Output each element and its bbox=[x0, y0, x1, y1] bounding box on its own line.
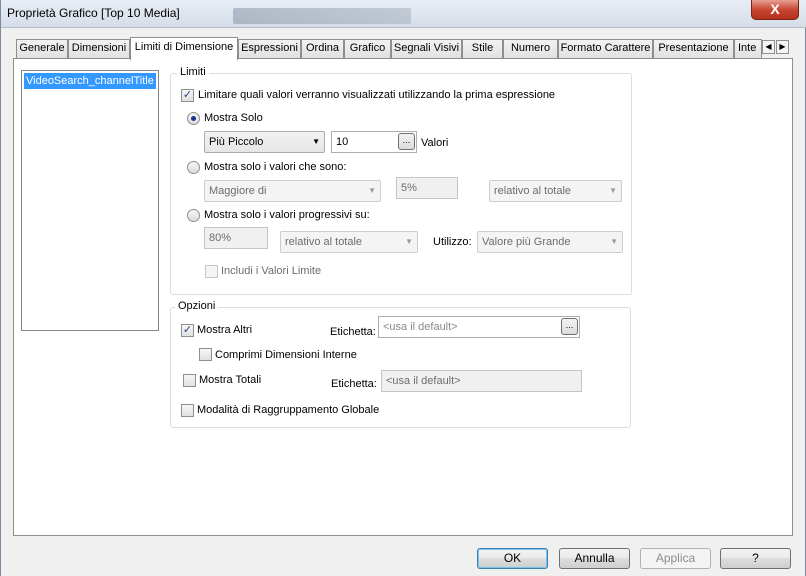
accumulated-use-label: Utilizzo: bbox=[433, 236, 472, 248]
tab-scroll-left-icon[interactable]: ◀ bbox=[762, 40, 775, 54]
accumulated-relative-select[interactable]: relativo al totale ▼ bbox=[280, 231, 418, 253]
limits-group-title: Limiti bbox=[177, 66, 209, 78]
show-totals-checkbox[interactable] bbox=[183, 374, 196, 387]
show-only-radio[interactable] bbox=[187, 112, 200, 125]
cancel-button[interactable]: Annulla bbox=[559, 548, 630, 569]
totals-label-caption: Etichetta: bbox=[331, 378, 377, 390]
chart-properties-dialog: Proprietà Grafico [Top 10 Media] X Gener… bbox=[0, 0, 806, 576]
show-only-count-value: 10 bbox=[336, 136, 349, 148]
collapse-inner-dimensions-checkbox[interactable] bbox=[199, 348, 212, 361]
tab-limiti-di-dimensione[interactable]: Limiti di Dimensione bbox=[130, 37, 238, 60]
show-only-count-browse-button[interactable]: ... bbox=[398, 133, 415, 150]
help-button[interactable]: ? bbox=[720, 548, 791, 569]
show-others-label: Mostra Altri bbox=[197, 324, 253, 336]
totals-label-input[interactable]: <usa il default> bbox=[381, 370, 582, 392]
collapse-inner-dimensions-label: Comprimi Dimensioni Interne bbox=[215, 349, 357, 361]
global-grouping-checkbox[interactable] bbox=[181, 404, 194, 417]
tab-scroll-right-icon[interactable]: ▶ bbox=[776, 40, 789, 54]
tab-generale[interactable]: Generale bbox=[16, 39, 68, 58]
others-label-placeholder: <usa il default> bbox=[383, 321, 458, 333]
window-title: Proprietà Grafico [Top 10 Media] bbox=[7, 6, 180, 20]
limit-enable-checkbox[interactable]: ✓ bbox=[181, 89, 194, 102]
title-bar[interactable]: Proprietà Grafico [Top 10 Media] X bbox=[1, 0, 806, 28]
list-item[interactable]: VideoSearch_channelTitle bbox=[24, 73, 156, 89]
tab-grafico[interactable]: Grafico bbox=[344, 39, 391, 58]
threshold-percent-input[interactable]: 5% bbox=[396, 177, 458, 199]
operator-select[interactable]: Maggiore di ▼ bbox=[204, 180, 381, 202]
tab-ordina[interactable]: Ordina bbox=[301, 39, 344, 58]
chevron-down-icon: ▼ bbox=[610, 237, 618, 246]
others-label-input[interactable]: <usa il default> bbox=[378, 316, 580, 338]
chevron-down-icon: ▼ bbox=[312, 137, 320, 146]
global-grouping-label: Modalità di Raggruppamento Globale bbox=[197, 404, 380, 416]
options-group-title: Opzioni bbox=[175, 300, 219, 312]
show-only-mode-value: Più Piccolo bbox=[209, 136, 264, 148]
chevron-down-icon: ▼ bbox=[405, 237, 413, 246]
others-label-browse-button[interactable]: ... bbox=[561, 318, 578, 335]
show-others-checkbox[interactable]: ✓ bbox=[181, 324, 194, 337]
show-accumulated-radio[interactable] bbox=[187, 209, 200, 222]
show-values-that-are-radio[interactable] bbox=[187, 161, 200, 174]
include-limits-checkbox[interactable] bbox=[205, 265, 218, 278]
show-only-mode-select[interactable]: Più Piccolo ▼ bbox=[204, 131, 325, 153]
tab-numero[interactable]: Numero bbox=[503, 39, 558, 58]
tab-strip: Generale Dimensioni Limiti di Dimensione… bbox=[13, 37, 793, 60]
threshold-relative-select[interactable]: relativo al totale ▼ bbox=[489, 180, 622, 202]
tab-inte[interactable]: Inte bbox=[734, 39, 762, 58]
accumulated-use-value: Valore più Grande bbox=[482, 236, 571, 248]
tab-formato-carattere[interactable]: Formato Carattere bbox=[558, 39, 653, 58]
show-totals-label: Mostra Totali bbox=[199, 374, 262, 386]
accumulated-use-select[interactable]: Valore più Grande ▼ bbox=[477, 231, 623, 253]
show-only-unit-label: Valori bbox=[421, 137, 449, 149]
accumulated-percent-input[interactable]: 80% bbox=[204, 227, 268, 249]
tab-presentazione[interactable]: Presentazione bbox=[653, 39, 734, 58]
tab-segnali-visivi[interactable]: Segnali Visivi bbox=[391, 39, 462, 58]
blurred-title-region bbox=[233, 8, 411, 24]
close-button[interactable]: X bbox=[751, 0, 799, 20]
threshold-relative-value: relativo al totale bbox=[494, 185, 572, 197]
threshold-percent-value: 5% bbox=[401, 182, 417, 194]
tab-dimensioni[interactable]: Dimensioni bbox=[68, 39, 130, 58]
tab-espressioni[interactable]: Espressioni bbox=[238, 39, 301, 58]
operator-value: Maggiore di bbox=[209, 185, 267, 197]
chevron-down-icon: ▼ bbox=[368, 186, 376, 195]
totals-label-placeholder: <usa il default> bbox=[386, 375, 461, 387]
ok-button[interactable]: OK bbox=[477, 548, 548, 569]
show-only-label: Mostra Solo bbox=[204, 112, 263, 124]
show-accumulated-label: Mostra solo i valori progressivi su: bbox=[204, 209, 370, 221]
show-values-that-are-label: Mostra solo i valori che sono: bbox=[204, 161, 347, 173]
include-limits-label: Includi i Valori Limite bbox=[221, 265, 322, 277]
limit-enable-label: Limitare quali valori verranno visualizz… bbox=[198, 89, 556, 101]
others-label-caption: Etichetta: bbox=[330, 326, 376, 338]
accumulated-percent-value: 80% bbox=[209, 232, 232, 244]
accumulated-relative-value: relativo al totale bbox=[285, 236, 363, 248]
chevron-down-icon: ▼ bbox=[609, 186, 617, 195]
tab-stile[interactable]: Stile bbox=[462, 39, 503, 58]
apply-button[interactable]: Applica bbox=[640, 548, 711, 569]
dimension-list[interactable]: VideoSearch_channelTitle bbox=[21, 70, 159, 331]
